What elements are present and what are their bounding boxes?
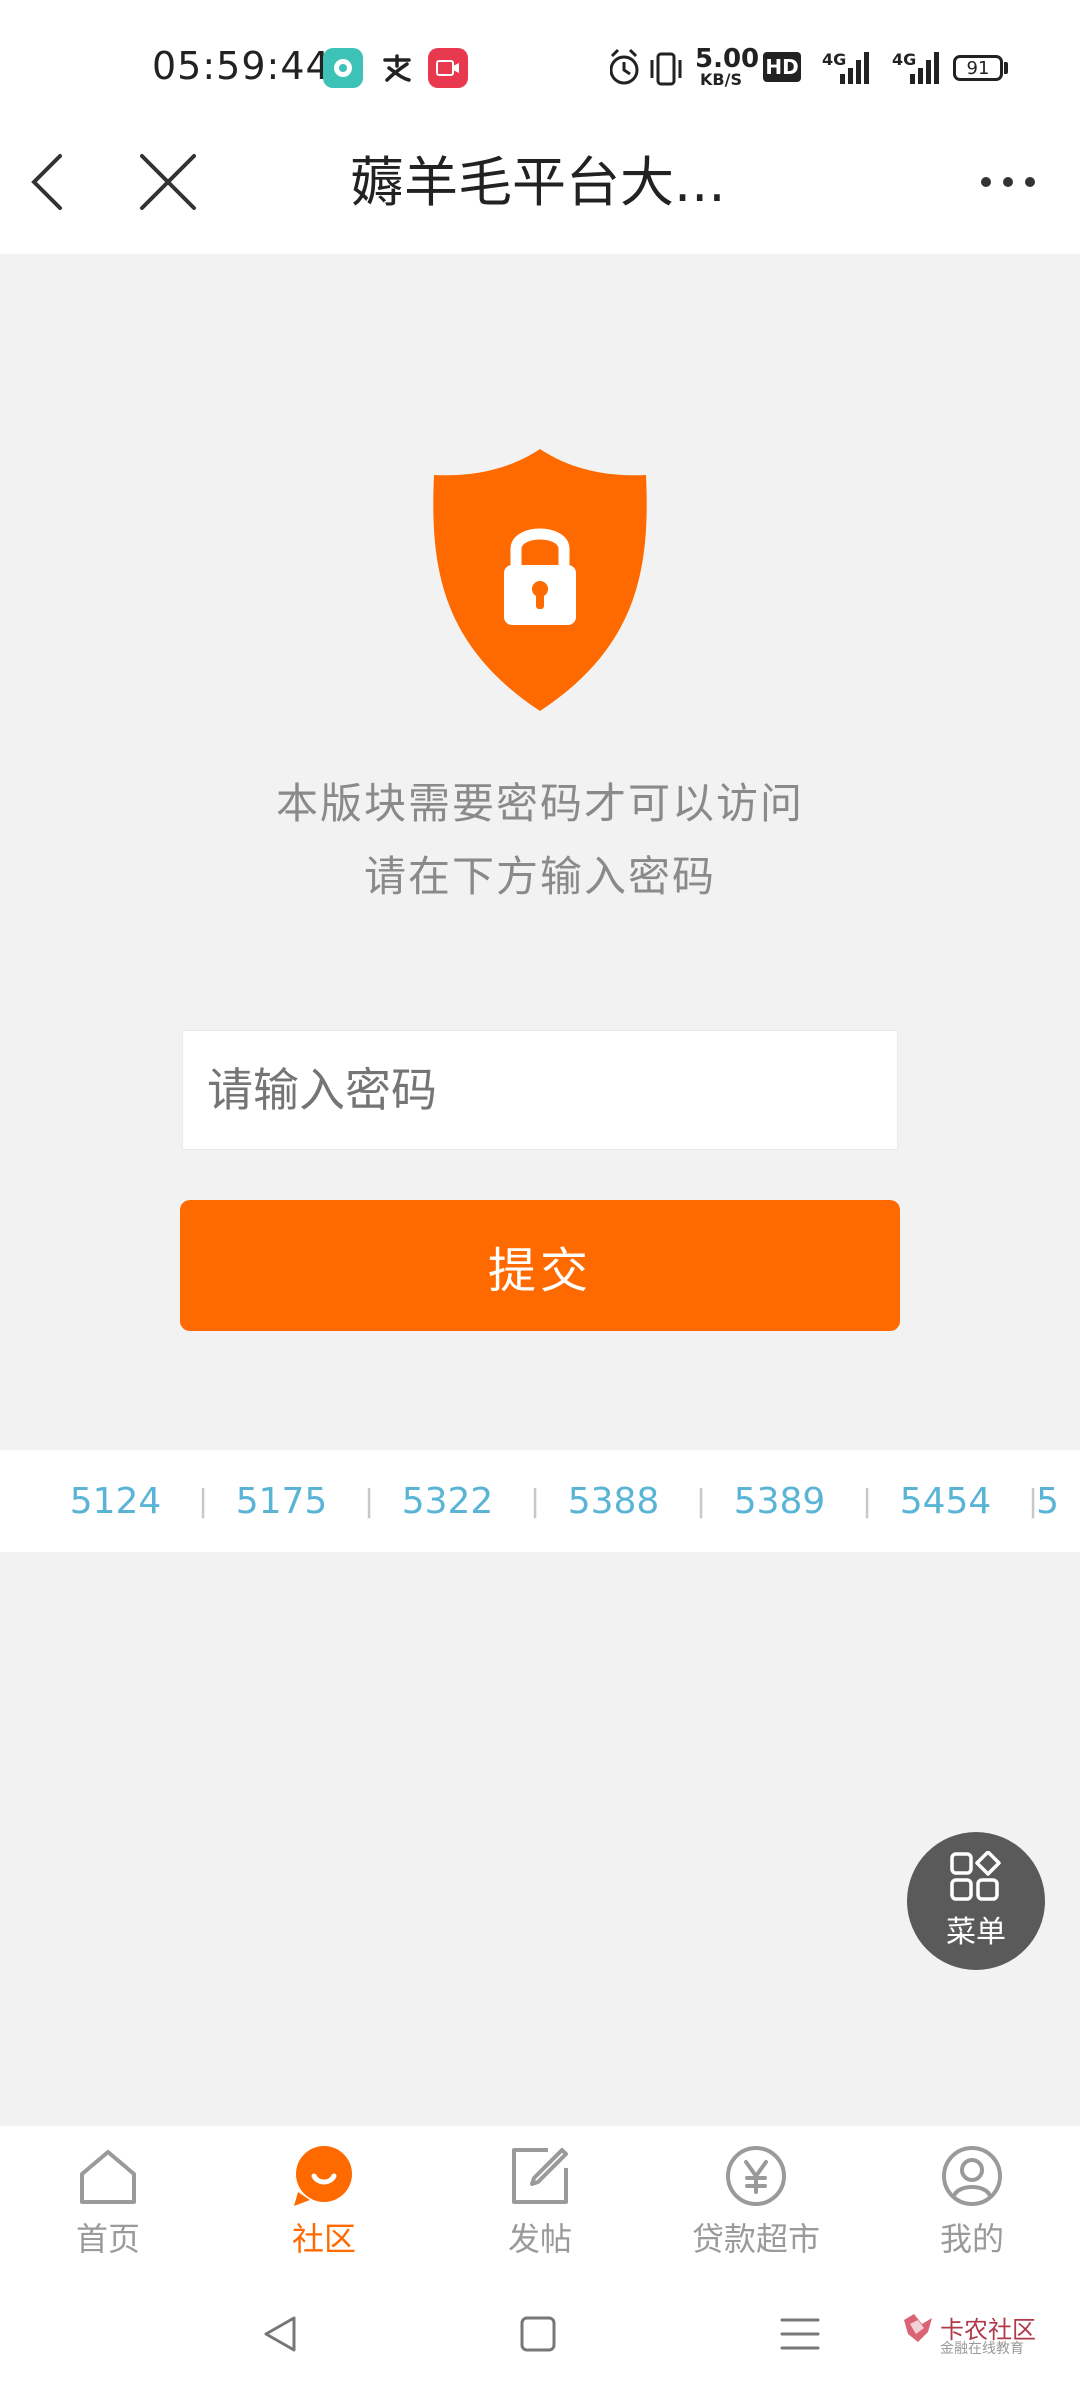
home-icon [80,2150,136,2204]
video-recorder-icon [428,48,468,88]
signal-1-label: 4G [822,50,847,69]
status-time: 05:59:44 [152,44,331,88]
tab-label: 首页 [75,2220,140,2258]
hd-badge: HD [763,52,801,82]
tab-profile[interactable]: 我的 [864,2138,1080,2278]
page-title: 薅羊毛平台大... [350,151,726,214]
community-smile-icon [294,2146,352,2206]
submit-button[interactable]: 提交 [180,1200,900,1331]
menu-fab-label: 菜单 [946,1915,1006,1950]
signal-2-label: 4G [892,50,917,69]
watermark-subtext: 金融在线教育 [940,2341,1024,2357]
tab-label: 社区 [291,2220,356,2258]
password-input[interactable] [182,1030,898,1150]
access-prompt-line-1: 本版块需要密码才可以访问 [275,779,804,828]
close-icon[interactable] [138,152,198,212]
tab-label: 发帖 [507,2220,572,2258]
square-home-icon[interactable] [518,2314,558,2354]
tab-label: 我的 [939,2220,1004,2258]
battery-level: 91 [966,57,990,79]
tab-label: 贷款超市 [691,2220,820,2258]
tab-community[interactable]: 社区 [216,2138,432,2278]
strip-item[interactable]: 5454 [863,1481,1028,1522]
alipay-icon [377,48,417,88]
watermark-logo-icon [904,2314,932,2342]
hamburger-icon[interactable] [778,2314,822,2354]
strip-item[interactable]: 5389 [697,1481,862,1522]
number-strip[interactable]: 5124 | 5175 | 5322 | 5388 | 5389 | 5454 … [0,1450,1080,1552]
triangle-back-icon[interactable] [258,2312,302,2356]
strip-item[interactable]: 5175 [199,1481,364,1522]
strip-item[interactable]: 5388 [531,1481,696,1522]
alarm-icon [610,48,639,85]
vibrate-icon [650,52,682,86]
chat-bubble-icon [323,48,363,88]
network-speed-unit: KB/S [700,70,742,89]
strip-item[interactable]: 5124 [33,1481,198,1522]
user-profile-icon [942,2146,1002,2206]
shield-lock-icon [433,449,647,711]
compose-icon [512,2148,568,2204]
tab-loan-market[interactable]: 贷款超市 [648,2138,864,2278]
battery-icon: 91 [953,55,1003,81]
tab-home[interactable]: 首页 [0,2138,216,2278]
chevron-left-icon[interactable] [24,150,74,214]
yen-coin-icon [726,2146,786,2206]
battery-tip [1004,62,1008,74]
menu-fab-button[interactable]: 菜单 [907,1832,1045,1970]
grid-diamond-icon [950,1851,1001,1901]
strip-item[interactable]: 5322 [365,1481,530,1522]
strip-item[interactable]: 5 [1029,1481,1059,1522]
more-dots-icon[interactable] [978,170,1038,194]
tab-post[interactable]: 发帖 [432,2138,648,2278]
access-prompt-line-2: 请在下方输入密码 [363,852,716,901]
